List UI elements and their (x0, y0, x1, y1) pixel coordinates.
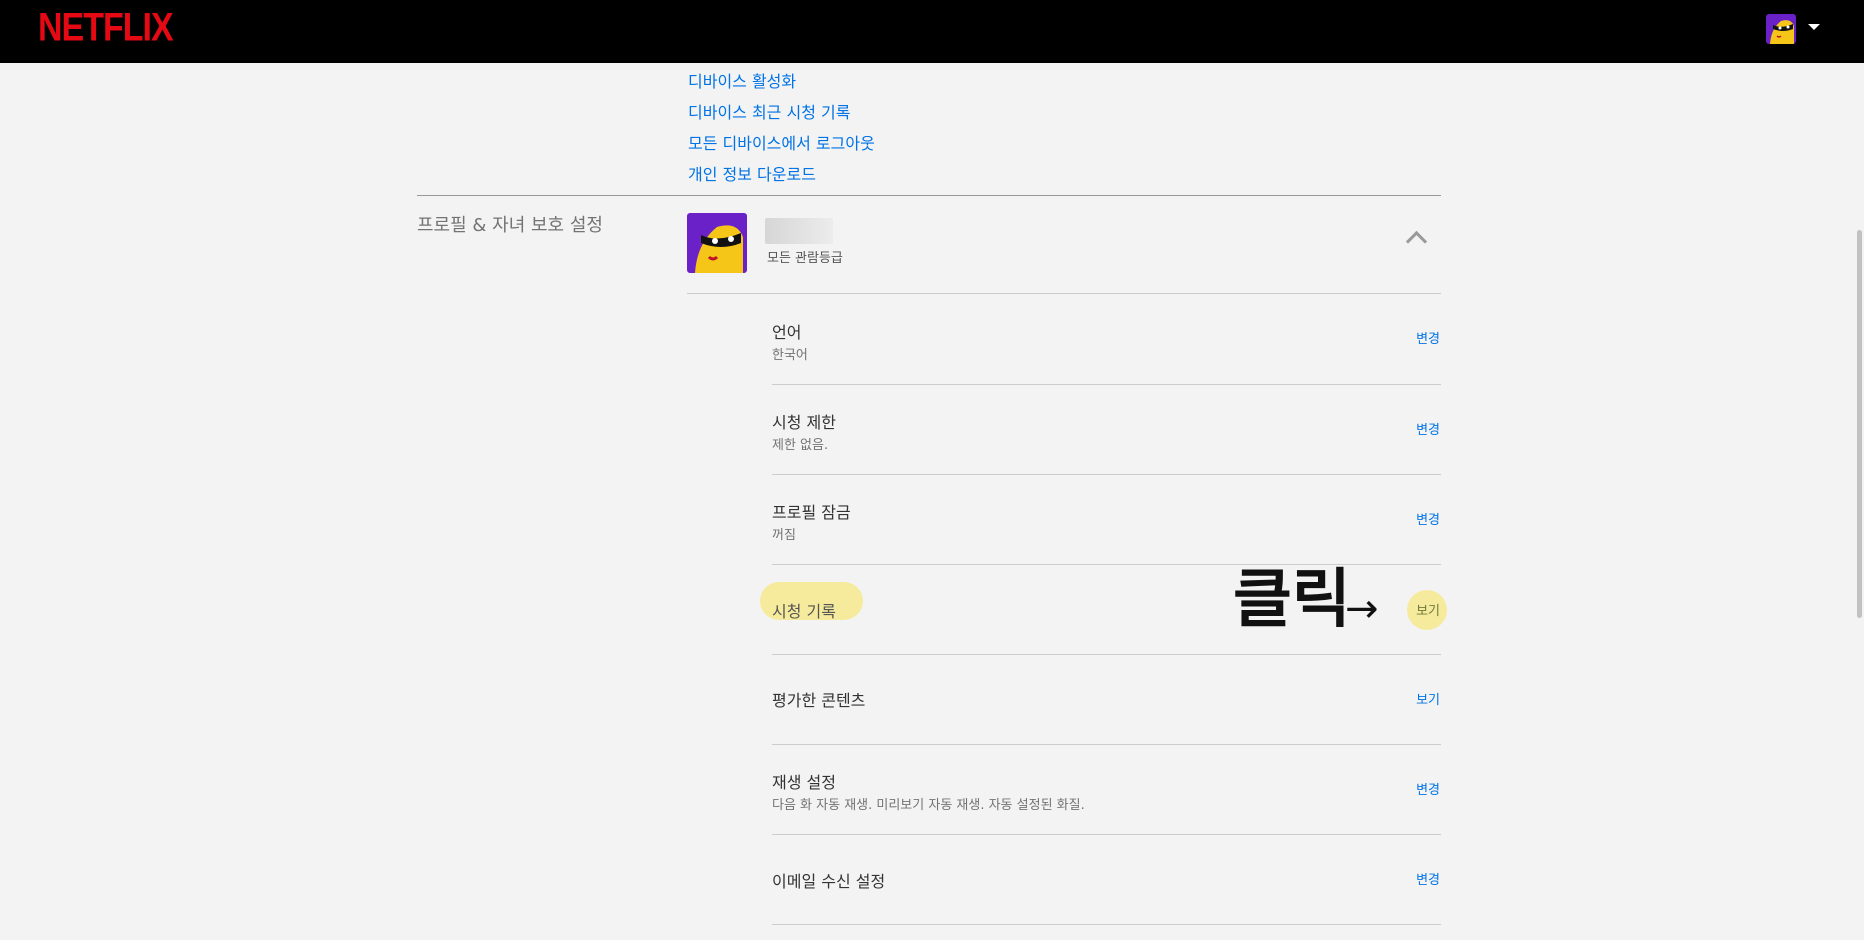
profile-header-divider (687, 293, 1441, 294)
page-scrollbar-thumb[interactable] (1857, 230, 1862, 618)
click-annotation-text: 클릭 (1233, 563, 1351, 637)
view-ratings-button[interactable]: 보기 (1416, 689, 1440, 708)
row-divider (772, 924, 1441, 925)
row-title-viewing-restrictions: 시청 제한 (772, 413, 836, 432)
row-subtitle-playback-settings: 다음 화 자동 재생. 미리보기 자동 재생. 자동 설정된 화질. (772, 798, 1085, 813)
top-navigation-bar: NETFLIX (0, 0, 1864, 63)
netflix-logo[interactable]: NETFLIX (38, 5, 174, 51)
masked-bandit-avatar-icon (687, 213, 747, 273)
row-subtitle-language: 한국어 (772, 348, 808, 363)
row-divider (772, 654, 1441, 655)
row-divider (772, 834, 1441, 835)
row-divider (772, 474, 1441, 475)
row-divider (772, 744, 1441, 745)
row-subtitle-profile-lock: 꺼짐 (772, 528, 796, 543)
section-title-profile-parental-controls: 프로필 & 자녀 보호 설정 (417, 215, 603, 236)
row-title-viewing-activity: 시청 기록 (772, 602, 836, 621)
masked-bandit-avatar-icon[interactable] (1766, 14, 1796, 44)
change-playback-settings-button[interactable]: 변경 (1416, 779, 1440, 798)
view-viewing-activity-button[interactable]: 보기 (1416, 600, 1440, 619)
row-subtitle-viewing-restrictions: 제한 없음. (772, 438, 829, 453)
link-download-personal-info[interactable]: 개인 정보 다운로드 (688, 161, 816, 185)
row-title-language: 언어 (772, 323, 802, 342)
profile-maturity-rating: 모든 관람등급 (767, 251, 843, 266)
row-title-playback-settings: 재생 설정 (772, 773, 836, 792)
link-activate-device[interactable]: 디바이스 활성화 (688, 68, 796, 92)
right-arrow-icon: → (1345, 586, 1379, 632)
caret-down-icon[interactable] (1808, 24, 1820, 30)
profile-name-redacted (765, 218, 833, 244)
row-divider (772, 384, 1441, 385)
change-viewing-restrictions-button[interactable]: 변경 (1416, 419, 1440, 438)
section-divider (417, 195, 1441, 196)
row-title-ratings: 평가한 콘텐츠 (772, 691, 866, 710)
row-title-email-preferences: 이메일 수신 설정 (772, 872, 886, 891)
row-title-profile-lock: 프로필 잠금 (772, 503, 851, 522)
link-sign-out-all-devices[interactable]: 모든 디바이스에서 로그아웃 (688, 130, 875, 154)
change-email-preferences-button[interactable]: 변경 (1416, 869, 1440, 888)
link-recent-device-streaming[interactable]: 디바이스 최근 시청 기록 (688, 99, 850, 123)
change-profile-lock-button[interactable]: 변경 (1416, 509, 1440, 528)
change-language-button[interactable]: 변경 (1416, 328, 1440, 347)
chevron-up-icon[interactable] (1405, 230, 1428, 253)
